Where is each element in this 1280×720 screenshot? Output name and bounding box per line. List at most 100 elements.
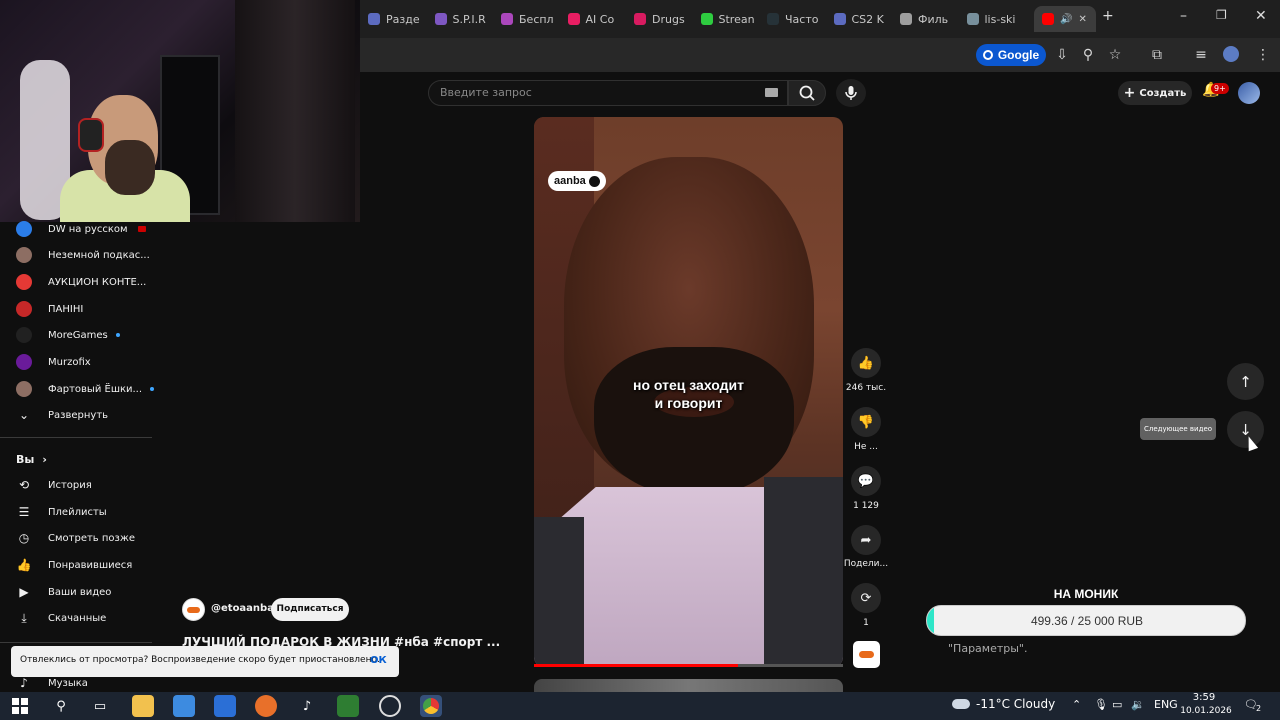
channel-avatar xyxy=(16,274,32,290)
voice-search-button[interactable] xyxy=(836,79,866,107)
mail-icon[interactable] xyxy=(214,695,236,717)
search-icon[interactable]: ⚲ xyxy=(50,695,72,717)
tray-chevron-icon[interactable]: ⌃ xyxy=(1072,698,1081,711)
basketball-icon xyxy=(588,175,600,187)
tab-favicon-icon xyxy=(966,13,979,25)
sidebar-subscription-item[interactable]: Murzofix xyxy=(16,352,91,372)
sidebar-subscription-item[interactable]: АУКЦИОН КОНТЕ... xyxy=(16,272,146,292)
comments-button[interactable]: 💬 xyxy=(851,466,881,496)
file-explorer-icon[interactable] xyxy=(132,695,154,717)
start-icon[interactable] xyxy=(9,695,31,717)
sidebar-subscription-item[interactable]: DW на русском xyxy=(16,219,146,239)
tab-close-icon[interactable]: ✕ xyxy=(1078,14,1086,25)
tab-7[interactable]: CS2 K xyxy=(833,6,894,32)
channel-name[interactable]: @etoaanba xyxy=(211,603,274,614)
menu-icon[interactable]: ⋮ xyxy=(1254,46,1272,64)
clock-date[interactable]: 10.01.2026 xyxy=(1180,706,1232,716)
share-button[interactable]: ➦ xyxy=(851,525,881,555)
remix-count: 1 xyxy=(863,618,869,628)
new-content-dot xyxy=(150,387,155,391)
sidebar-expand-button[interactable]: ⌄ Развернуть xyxy=(16,405,108,425)
sidebar-divider xyxy=(0,437,152,438)
tab-1[interactable]: S.P.I.R xyxy=(434,6,495,32)
share-icon: ➦ xyxy=(860,532,872,548)
profile-icon[interactable] xyxy=(1222,46,1240,64)
firefox-icon[interactable] xyxy=(255,695,277,717)
tab-3[interactable]: AI Co xyxy=(567,6,628,32)
logo-text: aanba xyxy=(554,175,586,187)
new-content-dot xyxy=(115,333,120,337)
tab-youtube-active[interactable]: 🔊 ✕ xyxy=(1034,6,1096,32)
previous-video-button[interactable]: ↑ xyxy=(1227,363,1264,400)
app-icon[interactable] xyxy=(337,695,359,717)
next-video-preview[interactable] xyxy=(534,679,843,693)
language-indicator[interactable]: ENG xyxy=(1154,698,1178,711)
network-icon[interactable]: ▭ xyxy=(1112,698,1122,711)
tab-2[interactable]: Беспл xyxy=(501,6,561,32)
clock-time[interactable]: 3:59 xyxy=(1184,692,1224,703)
create-button[interactable]: + Создать xyxy=(1118,81,1192,105)
minimize-button[interactable]: – xyxy=(1180,8,1187,24)
sidebar-item-video[interactable]: ▶ Ваши видео xyxy=(16,582,111,602)
bookmark-star-icon[interactable]: ☆ xyxy=(1106,46,1124,64)
zoom-icon[interactable]: ⚲ xyxy=(1079,46,1097,64)
search-button[interactable] xyxy=(788,80,826,106)
channel-avatar xyxy=(16,301,32,317)
audio-icon[interactable]: 🔊 xyxy=(1060,14,1072,25)
extensions-icon[interactable]: ⧉ xyxy=(1148,46,1166,64)
sidebar-subscription-item[interactable]: Неземной подкас... xyxy=(16,245,150,265)
video-subtitle: но отец заходит и говорит xyxy=(560,376,817,412)
store-icon[interactable] xyxy=(173,695,195,717)
sidebar-item-label: DW на русском xyxy=(48,223,128,235)
google-lens-button[interactable]: Google xyxy=(976,44,1046,66)
dislike-button[interactable]: 👎 xyxy=(851,407,881,437)
sidebar-item-label: Фартовый Ёшки... xyxy=(48,383,143,395)
sidebar-item-playlists[interactable]: ☰ Плейлисты xyxy=(16,502,107,522)
tab-favicon-icon xyxy=(501,13,513,25)
sidebar-item-history[interactable]: ⟲ История xyxy=(16,475,92,495)
sidebar-subscription-item[interactable]: Фартовый Ёшки... xyxy=(16,379,155,399)
sidebar-subscription-item[interactable]: MoreGames xyxy=(16,325,120,345)
donation-goal-title: НА МОНИК xyxy=(1053,587,1119,601)
sidebar-item-thumb-up[interactable]: 👍 Понравившиеся xyxy=(16,555,133,575)
tab-4[interactable]: Drugs xyxy=(634,6,694,32)
keyboard-icon[interactable] xyxy=(765,88,778,97)
tab-0[interactable]: Разде xyxy=(368,6,428,32)
remix-button[interactable]: ⟳ xyxy=(851,583,881,613)
task-view-icon[interactable]: ▭ xyxy=(89,695,111,717)
close-window-button[interactable]: ✕ xyxy=(1255,8,1267,24)
install-app-icon[interactable]: ⇩ xyxy=(1053,46,1071,64)
like-count: 246 тыс. xyxy=(845,383,887,393)
tab-favicon-icon xyxy=(434,13,447,25)
sidebar-you-header[interactable]: Вы › xyxy=(16,449,47,469)
chrome-icon[interactable] xyxy=(420,695,442,717)
volume-icon[interactable]: 🔉 xyxy=(1131,698,1145,711)
tab-8[interactable]: Филь xyxy=(900,6,960,32)
tiktok-icon[interactable]: ♪ xyxy=(296,695,318,717)
sidebar-subscription-item[interactable]: ПАНІНІ xyxy=(16,299,83,319)
notification-count: 2 xyxy=(1256,704,1262,713)
sidebar-item-download[interactable]: ⤓ Скачанные xyxy=(16,608,106,628)
tab-5[interactable]: Strean xyxy=(700,6,761,32)
sound-thumbnail[interactable] xyxy=(853,641,880,668)
sidebar-item-label: Ваши видео xyxy=(48,586,112,598)
weather-widget[interactable]: -11°C Cloudy xyxy=(952,697,1055,711)
sidebar-item-label: АУКЦИОН КОНТЕ... xyxy=(48,276,147,288)
sidebar-item-clock[interactable]: ◷ Смотреть позже xyxy=(16,528,135,548)
subscribe-button[interactable]: Подписаться xyxy=(271,598,349,621)
tab-9[interactable]: lis-ski xyxy=(966,6,1027,32)
search-input[interactable]: Введите запрос xyxy=(428,80,788,106)
account-avatar[interactable] xyxy=(1238,82,1260,104)
maximize-button[interactable]: ❐ xyxy=(1216,8,1227,22)
new-tab-button[interactable]: + xyxy=(1102,8,1114,24)
media-controls-icon[interactable]: ≡ xyxy=(1192,46,1210,64)
toast-ok-button[interactable]: ОК xyxy=(370,655,387,666)
google-label: Google xyxy=(997,48,1040,62)
tab-label: Часто xyxy=(785,12,819,26)
like-button[interactable]: 👍 xyxy=(851,348,881,378)
obs-icon[interactable] xyxy=(379,695,401,717)
tab-6[interactable]: Часто xyxy=(767,6,827,32)
tab-label: Strean xyxy=(718,12,755,26)
channel-avatar[interactable] xyxy=(182,598,205,621)
microphone-icon[interactable]: 🎙 xyxy=(1094,698,1108,711)
